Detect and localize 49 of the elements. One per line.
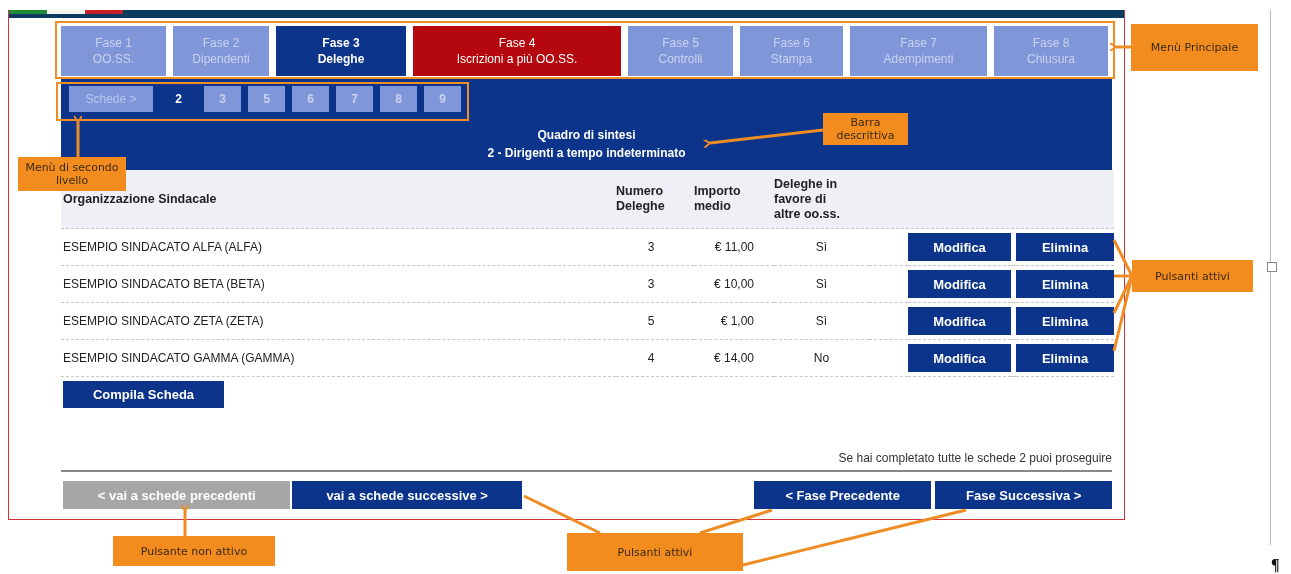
table-cell: € 10,00 [694, 266, 774, 303]
table-cell: 5 [616, 303, 694, 340]
table-cell: ESEMPIO SINDACATO GAMMA (GAMMA) [61, 340, 616, 377]
delete-button[interactable]: Elimina [1016, 344, 1114, 372]
annotation-label: Menù Principale [1131, 24, 1258, 71]
annotation-label: Barra descrittiva [823, 113, 908, 145]
nav-button[interactable]: vai a schede successive > [292, 481, 522, 509]
edit-button[interactable]: Modifica [908, 270, 1011, 298]
annotation-label: Pulsanti attivi [1132, 260, 1253, 292]
table-cell: ESEMPIO SINDACATO ALFA (ALFA) [61, 229, 616, 266]
nav-button[interactable]: Fase Successiva > [935, 481, 1112, 509]
table-cell: 3 [616, 266, 694, 303]
column-header: Importo medio [694, 184, 742, 214]
column-header: Organizzazione Sindacale [63, 191, 217, 207]
paragraph-mark: ¶ [1271, 556, 1280, 574]
table-cell: No [774, 340, 869, 377]
annotation-label: Pulsante non attivo [113, 536, 275, 566]
table-cell: 4 [616, 340, 694, 377]
edit-button[interactable]: Modifica [908, 307, 1011, 335]
description-text: Quadro di sintesi [537, 127, 636, 144]
edit-button[interactable]: Modifica [908, 233, 1011, 261]
table-cell: € 14,00 [694, 340, 774, 377]
description-text: 2 - Dirigenti a tempo indeterminato [487, 145, 686, 162]
nav-button[interactable]: < Fase Precedente [753, 481, 932, 509]
table-cell: Sì [774, 229, 869, 266]
table-cell: 3 [616, 229, 694, 266]
table-cell: ESEMPIO SINDACATO ZETA (ZETA) [61, 303, 616, 340]
phase-tab[interactable]: Fase 3 Deleghe [276, 26, 406, 76]
table-cell: Sì [774, 266, 869, 303]
column-header: Deleghe in favore di altre oo.ss. [774, 176, 841, 222]
info-note: Se hai completato tutte le schede 2 puoi proseguire [838, 451, 1112, 465]
delete-button[interactable]: Elimina [1016, 233, 1114, 261]
table-cell: € 11,00 [694, 229, 774, 266]
leader-arrow [180, 504, 190, 536]
delete-button[interactable]: Elimina [1016, 307, 1114, 335]
resize-handle-icon[interactable] [1267, 262, 1277, 272]
delete-button[interactable]: Elimina [1016, 270, 1114, 298]
table-cell: € 1,00 [694, 303, 774, 340]
annotation-label: Pulsanti attivi [567, 533, 743, 571]
table-cell: Sì [774, 303, 869, 340]
sub-menu-label: Schede > [69, 86, 153, 112]
leader-arrow [1109, 42, 1131, 52]
annotation-label: Menù di secondo livello [18, 157, 126, 191]
table-cell: ESEMPIO SINDACATO BETA (BETA) [61, 266, 616, 303]
column-header: Numero Deleghe [616, 184, 666, 214]
leader-arrow [73, 115, 83, 157]
compile-button[interactable]: Compila Scheda [63, 381, 224, 408]
phase-tab[interactable]: Fase 4 Iscrizioni a più OO.SS. [413, 26, 621, 76]
edit-button[interactable]: Modifica [908, 344, 1011, 372]
